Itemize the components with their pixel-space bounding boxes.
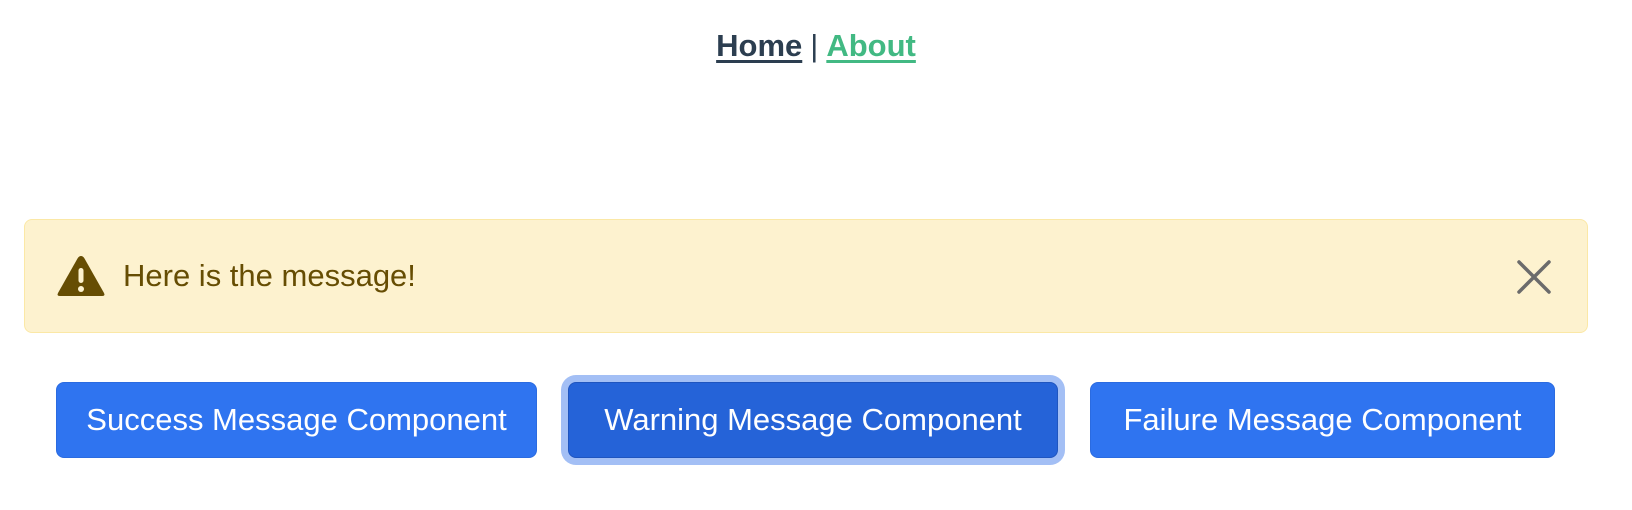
page: Home | About Here is the message! Success …: [0, 0, 1632, 510]
success-message-button[interactable]: Success Message Component: [56, 382, 537, 458]
warning-triangle-icon: [57, 256, 105, 296]
close-icon[interactable]: [1515, 258, 1553, 296]
nav-link-about[interactable]: About: [826, 28, 916, 63]
alert-message: Here is the message!: [123, 258, 416, 293]
top-nav: Home | About: [0, 28, 1632, 64]
warning-alert: Here is the message!: [24, 219, 1588, 333]
failure-message-button[interactable]: Failure Message Component: [1090, 382, 1555, 458]
nav-separator: |: [810, 28, 819, 63]
warning-message-button[interactable]: Warning Message Component: [568, 382, 1058, 458]
nav-link-home[interactable]: Home: [716, 28, 802, 63]
